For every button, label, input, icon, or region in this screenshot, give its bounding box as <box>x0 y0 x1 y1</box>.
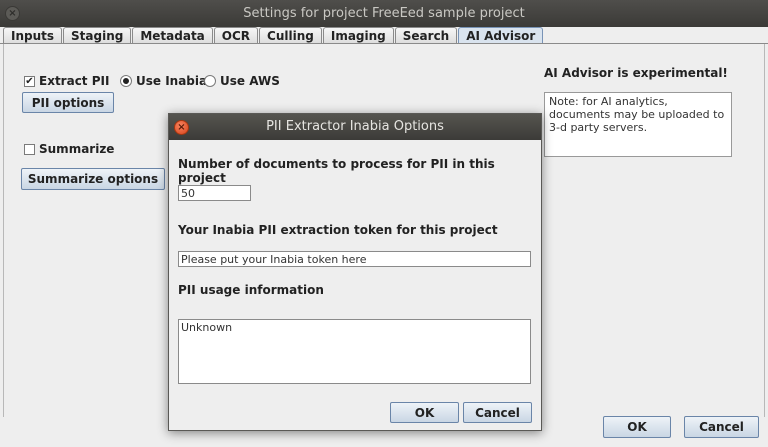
use-aws-label: Use AWS <box>220 74 280 88</box>
token-label: Your Inabia PII extraction token for thi… <box>178 223 498 237</box>
use-aws-radio[interactable]: Use AWS <box>204 74 280 88</box>
dialog-ok-button[interactable]: OK <box>390 402 459 423</box>
docs-count-input[interactable] <box>178 185 251 201</box>
extract-pii-checkbox[interactable]: ✔ Extract PII <box>24 74 109 88</box>
tab-ai-advisor[interactable]: AI Advisor <box>458 27 544 44</box>
token-input[interactable] <box>178 251 531 267</box>
usage-label: PII usage information <box>178 283 324 297</box>
experimental-heading: AI Advisor is experimental! <box>544 66 728 80</box>
use-inabia-radio[interactable]: Use Inabia <box>120 74 207 88</box>
settings-ok-button[interactable]: OK <box>603 416 671 438</box>
summarize-check-icon <box>24 143 35 155</box>
extract-pii-label: Extract PII <box>39 74 110 88</box>
extract-pii-check-icon: ✔ <box>24 75 35 87</box>
summarize-checkbox[interactable]: Summarize <box>24 142 114 156</box>
settings-cancel-button[interactable]: Cancel <box>684 416 759 438</box>
pii-options-button[interactable]: PII options <box>22 92 114 113</box>
tab-inputs[interactable]: Inputs <box>3 27 63 44</box>
radio-unselected-icon <box>204 75 216 87</box>
tab-imaging[interactable]: Imaging <box>322 27 394 44</box>
main-window-titlebar: × Settings for project FreeEed sample pr… <box>0 0 768 27</box>
experimental-note: Note: for AI analytics, documents may be… <box>544 92 732 157</box>
main-close-icon[interactable]: × <box>5 6 20 21</box>
tab-bar: Inputs Staging Metadata OCR Culling Imag… <box>3 27 544 44</box>
use-inabia-label: Use Inabia <box>136 74 208 88</box>
dialog-title: PII Extractor Inabia Options <box>266 119 444 134</box>
dialog-titlebar: × PII Extractor Inabia Options <box>169 114 541 140</box>
summarize-label: Summarize <box>39 142 115 156</box>
main-window-title: Settings for project FreeEed sample proj… <box>243 6 525 21</box>
tab-staging[interactable]: Staging <box>63 27 132 44</box>
tab-search[interactable]: Search <box>394 27 458 44</box>
summarize-options-button[interactable]: Summarize options <box>21 168 165 190</box>
dialog-close-icon[interactable]: × <box>174 120 189 135</box>
tab-culling[interactable]: Culling <box>259 27 322 44</box>
tab-ocr[interactable]: OCR <box>213 27 259 44</box>
pii-options-dialog: × PII Extractor Inabia Options Number of… <box>168 113 542 431</box>
dialog-cancel-button[interactable]: Cancel <box>463 402 532 423</box>
tab-metadata[interactable]: Metadata <box>132 27 213 44</box>
radio-selected-icon <box>120 75 132 87</box>
docs-count-label: Number of documents to process for PII i… <box>178 157 495 185</box>
usage-textarea[interactable]: Unknown <box>178 319 531 384</box>
